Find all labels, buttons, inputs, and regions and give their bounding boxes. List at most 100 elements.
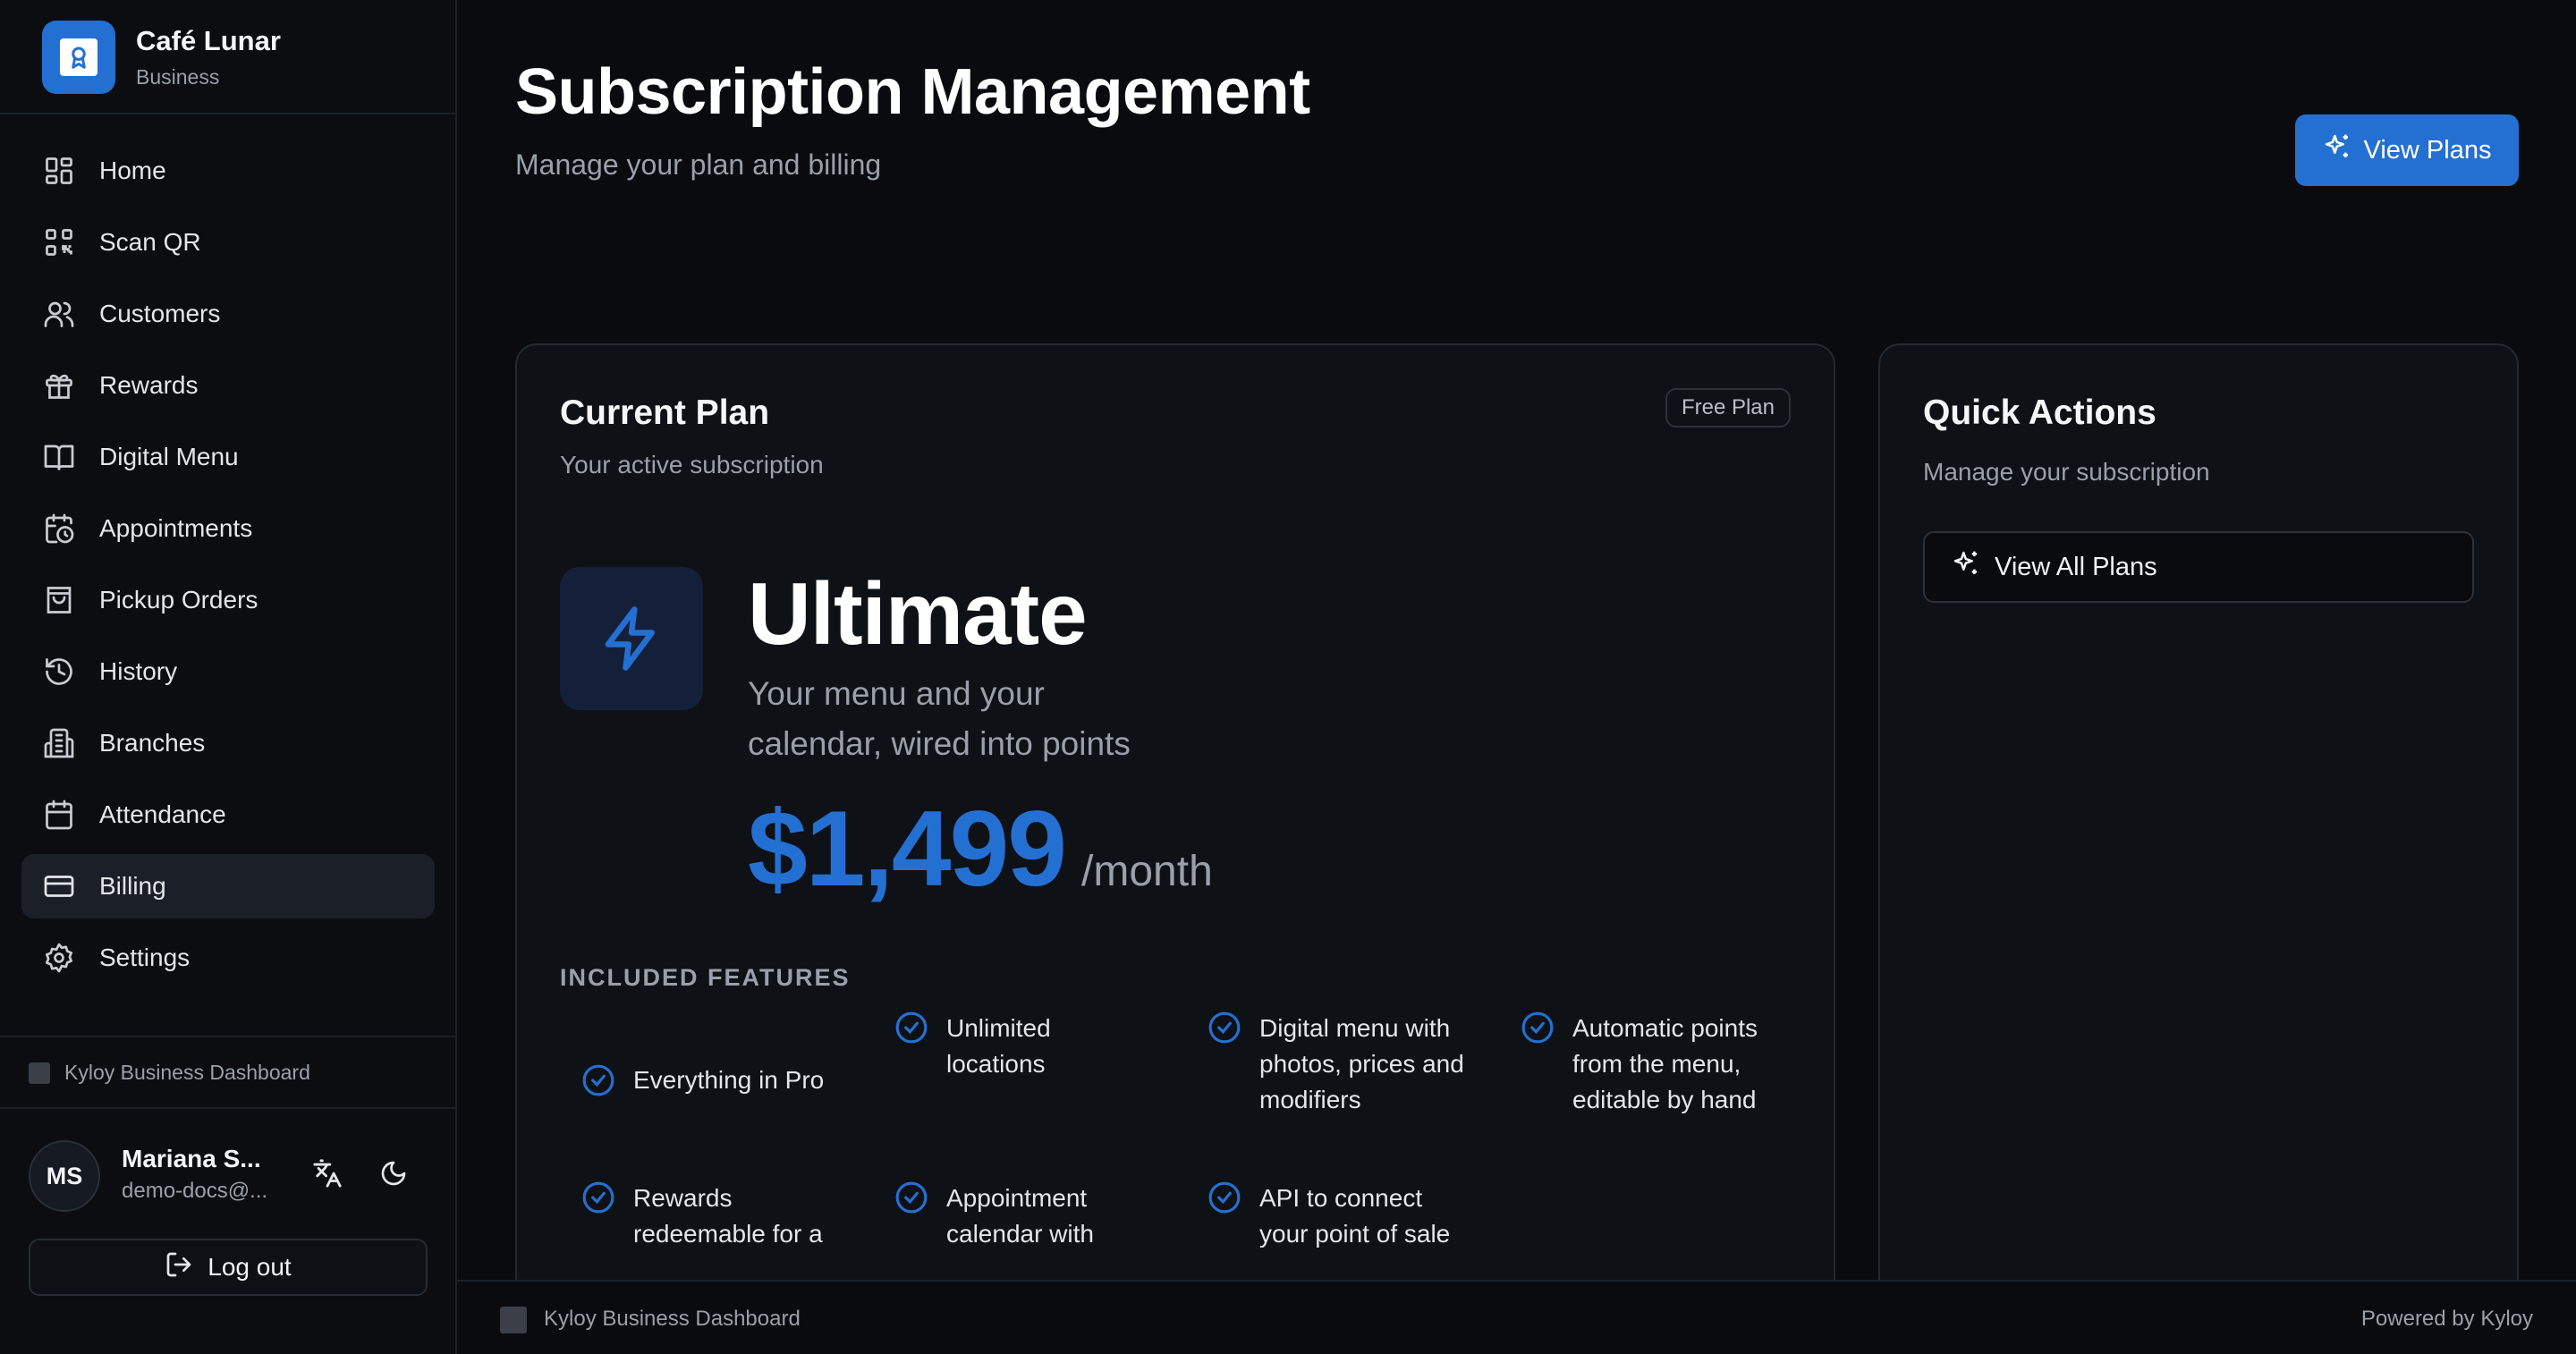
sidebar-item-home[interactable]: Home xyxy=(21,139,435,203)
sidebar-item-label: Billing xyxy=(99,872,166,900)
sidebar-item-settings[interactable]: Settings xyxy=(21,926,435,990)
app-root: Café Lunar Business Home Scan QR Custome… xyxy=(0,0,2576,1354)
kyloy-logo-icon xyxy=(29,1062,50,1084)
gear-icon xyxy=(42,941,76,975)
avatar[interactable]: MS xyxy=(29,1140,100,1212)
users-icon xyxy=(42,297,76,331)
feature-text: Rewards redeemable for a xyxy=(633,1184,823,1248)
sparkles-icon xyxy=(1952,549,1980,585)
feature-text: Digital menu with photos, prices and mod… xyxy=(1259,1014,1464,1113)
sidebar-item-history[interactable]: History xyxy=(21,639,435,704)
view-plans-button[interactable]: View Plans xyxy=(2295,114,2519,186)
sidebar-footer: Kyloy Business Dashboard xyxy=(0,1036,455,1109)
user-name: Mariana S... xyxy=(122,1145,261,1172)
check-circle-icon xyxy=(1208,1181,1241,1214)
log-out-icon xyxy=(165,1250,193,1285)
brand-name: Café Lunar xyxy=(136,25,281,56)
sidebar-item-label: Pickup Orders xyxy=(99,586,258,614)
sidebar-item-digital-menu[interactable]: Digital Menu xyxy=(21,425,435,489)
sidebar-item-label: Appointments xyxy=(99,514,253,542)
current-plan-card: Current Plan Your active subscription Fr… xyxy=(515,343,1835,1354)
features-heading: INCLUDED FEATURES xyxy=(560,964,851,991)
feature-item: Rewards redeemable for a xyxy=(581,1181,894,1252)
view-all-plans-label: View All Plans xyxy=(1995,552,2157,581)
feature-item: API to connect your point of sale xyxy=(1208,1181,1521,1252)
grid-icon xyxy=(42,154,76,188)
sidebar-item-customers[interactable]: Customers xyxy=(21,282,435,346)
check-circle-icon xyxy=(582,1064,614,1096)
translate-icon[interactable] xyxy=(309,1155,345,1191)
sidebar-item-label: Customers xyxy=(99,300,221,327)
plan-description: Your menu and your calendar, wired into … xyxy=(748,675,1131,762)
page-subtitle: Manage your plan and billing xyxy=(515,148,882,181)
sidebar-item-appointments[interactable]: Appointments xyxy=(21,496,435,561)
check-circle-icon xyxy=(1521,1011,1554,1044)
sidebar-footer-text: Kyloy Business Dashboard xyxy=(64,1061,310,1084)
sidebar-item-label: Home xyxy=(99,157,166,184)
sidebar-item-pickup-orders[interactable]: Pickup Orders xyxy=(21,568,435,632)
sidebar-item-label: Digital Menu xyxy=(99,443,239,470)
page-footer: Kyloy Business Dashboard Powered by Kylo… xyxy=(457,1280,2576,1354)
sidebar-item-rewards[interactable]: Rewards xyxy=(21,353,435,418)
brand-header: Café Lunar Business xyxy=(0,0,455,114)
feature-item: Appointment calendar with xyxy=(894,1181,1208,1252)
feature-text: Automatic points from the menu, editable… xyxy=(1572,1014,1758,1113)
footer-left-text: Kyloy Business Dashboard xyxy=(544,1307,801,1331)
kyloy-logo-icon xyxy=(500,1307,527,1333)
plan-price: $1,499 xyxy=(748,789,1067,909)
user-email: demo-docs@... xyxy=(122,1179,268,1203)
sidebar-item-label: Scan QR xyxy=(99,228,201,256)
view-all-plans-button[interactable]: View All Plans xyxy=(1923,531,2474,603)
status-badge: Free Plan xyxy=(1665,388,1791,427)
sidebar-item-billing[interactable]: Billing xyxy=(21,854,435,918)
sidebar-item-attendance[interactable]: Attendance xyxy=(21,783,435,847)
logout-label: Log out xyxy=(208,1253,292,1281)
sidebar-item-scan-qr[interactable]: Scan QR xyxy=(21,210,435,275)
sidebar-item-label: Branches xyxy=(99,729,206,757)
price-row: $1,499 /month xyxy=(748,787,1213,910)
calendar-clock-icon xyxy=(42,512,76,546)
sidebar-item-label: Settings xyxy=(99,944,191,971)
quick-actions-card: Quick Actions Manage your subscription V… xyxy=(1878,343,2519,1354)
building-icon xyxy=(42,726,76,760)
feature-item: Unlimited locations xyxy=(894,1011,1208,1118)
lightning-icon xyxy=(560,567,703,710)
page-title: Subscription Management xyxy=(515,56,1310,128)
logout-button[interactable]: Log out xyxy=(29,1239,428,1296)
sidebar-item-label: Rewards xyxy=(99,371,199,399)
feature-item: Automatic points from the menu, editable… xyxy=(1521,1011,1834,1118)
check-circle-icon xyxy=(895,1181,928,1214)
calendar-icon xyxy=(42,798,76,832)
check-circle-icon xyxy=(1208,1011,1241,1044)
credit-card-icon xyxy=(42,869,76,903)
feature-text: Everything in Pro xyxy=(633,1066,825,1094)
quick-actions-title: Quick Actions xyxy=(1923,394,2157,432)
brand-subtitle: Business xyxy=(136,65,220,89)
check-circle-icon xyxy=(582,1181,614,1214)
sparkles-icon xyxy=(2323,132,2351,168)
check-circle-icon xyxy=(895,1011,928,1044)
gift-icon xyxy=(42,368,76,402)
feature-list: Everything in Pro Unlimited locations Di… xyxy=(581,1011,1816,1252)
feature-text: Unlimited locations xyxy=(946,1014,1051,1078)
sidebar-item-label: Attendance xyxy=(99,800,226,828)
current-plan-description: Your active subscription xyxy=(560,451,824,478)
feature-item: Everything in Pro xyxy=(581,1043,894,1118)
shopping-bag-icon xyxy=(42,583,76,617)
sidebar: Café Lunar Business Home Scan QR Custome… xyxy=(0,0,457,1354)
current-plan-title: Current Plan xyxy=(560,394,770,432)
view-plans-label: View Plans xyxy=(2363,135,2492,165)
brand-logo-icon[interactable] xyxy=(42,21,115,94)
qr-code-icon xyxy=(42,225,76,259)
moon-icon[interactable] xyxy=(376,1155,411,1191)
feature-text: Appointment calendar with xyxy=(946,1184,1094,1248)
plan-name: Ultimate xyxy=(748,564,1088,663)
footer-right-text: Powered by Kyloy xyxy=(2360,1307,2533,1331)
history-icon xyxy=(42,655,76,689)
book-open-icon xyxy=(42,440,76,474)
plan-period: /month xyxy=(1081,848,1213,895)
sidebar-item-label: History xyxy=(99,657,178,685)
feature-item: Digital menu with photos, prices and mod… xyxy=(1208,1011,1521,1118)
sidebar-item-branches[interactable]: Branches xyxy=(21,711,435,775)
feature-text: API to connect your point of sale xyxy=(1259,1184,1451,1248)
